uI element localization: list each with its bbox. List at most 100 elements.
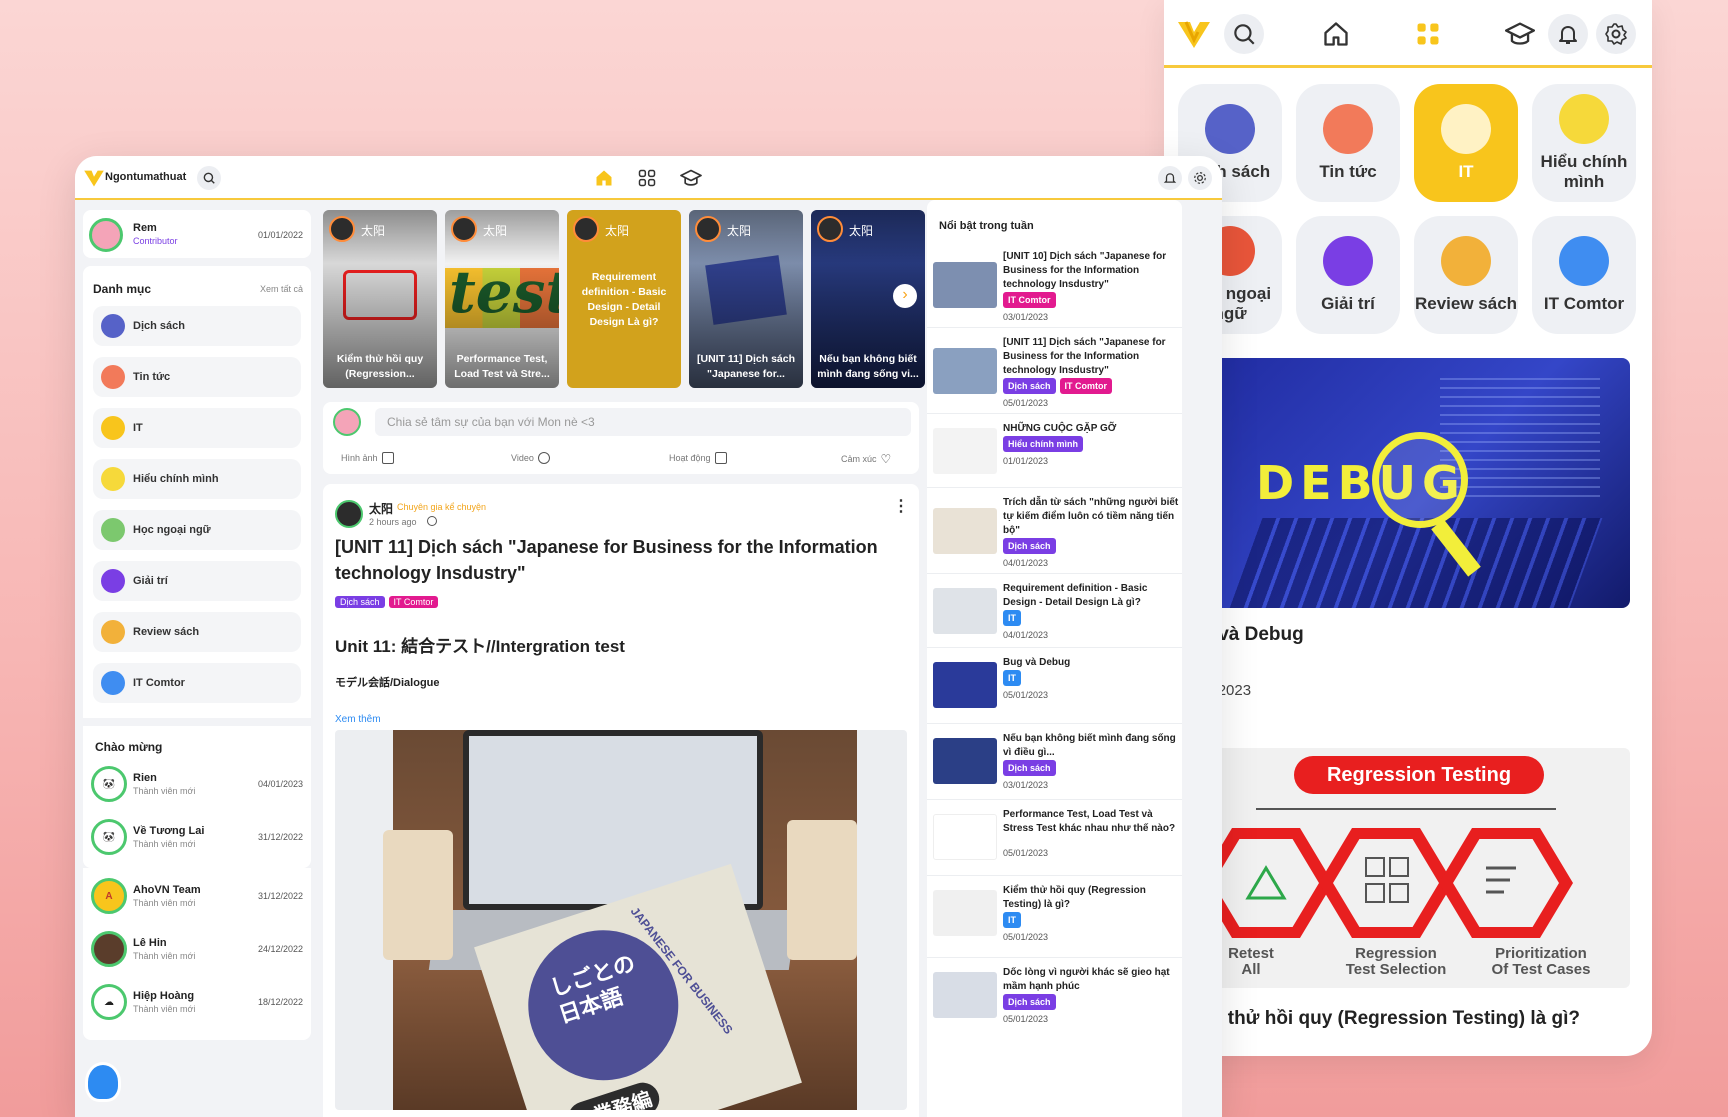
highlight-item[interactable]: [UNIT 10] Dịch sách "Japanese for Busine… — [927, 242, 1182, 328]
highlight-tag[interactable]: IT — [1003, 912, 1021, 928]
highlight-tag[interactable]: Hiểu chính mình — [1003, 436, 1084, 452]
sidebar-item-dich-sach[interactable]: Dịch sách — [93, 306, 301, 346]
sidebar-item-tin-tuc[interactable]: Tin tức — [93, 357, 301, 397]
logo-icon[interactable] — [83, 168, 105, 188]
welcome-member[interactable]: ☁ Hiệp Hoàng Thành viên mới 18/12/2022 — [91, 978, 303, 1026]
regression-article-title[interactable]: Kiểm thử hồi quy (Regression Testing) là… — [1176, 1008, 1580, 1030]
graduation-cap-icon[interactable] — [680, 168, 702, 188]
username[interactable]: Ngontumathuat — [105, 171, 186, 183]
welcome-member[interactable]: Lê Hin Thành viên mới 24/12/2022 — [91, 925, 303, 973]
member-name: Hiệp Hoàng — [133, 990, 195, 1002]
story-card[interactable]: 太阳 [UNIT 11] Dịch sách "Japanese for... — [689, 210, 803, 388]
highlight-item[interactable]: Trích dẫn từ sách "những người biết tự k… — [927, 488, 1182, 574]
highlight-item[interactable]: Performance Test, Load Test và Stress Te… — [927, 800, 1182, 876]
bell-icon[interactable] — [1158, 166, 1182, 190]
image-action[interactable]: Hình ảnh — [341, 452, 394, 464]
welcome-member[interactable]: A AhoVN Team Thành viên mới 31/12/2022 — [91, 872, 303, 920]
post-image[interactable]: しごとの日本語 JAPANESE FOR BUSINESS IT業務編 — [335, 730, 907, 1110]
highlight-tag[interactable]: IT — [1003, 670, 1021, 686]
person-laptop-icon — [1559, 236, 1609, 286]
post-subheading: モデル会話/Dialogue — [335, 677, 440, 689]
post-author-role: Chuyên gia kể chuyện — [397, 502, 487, 512]
chevron-right-icon[interactable]: › — [893, 284, 917, 308]
tag-it-comtor[interactable]: IT Comtor — [388, 596, 439, 608]
feeling-action[interactable]: Cảm xúc ♡ — [841, 452, 891, 466]
highlight-tag[interactable]: IT — [1003, 610, 1021, 626]
story-author: 太阳 — [849, 224, 874, 238]
category-tile-review-sach[interactable]: Review sách — [1414, 216, 1518, 334]
mascot-icon[interactable] — [85, 1062, 121, 1102]
highlight-item[interactable]: NHỮNG CUỘC GẶP GỠ Hiểu chính mình 01/01/20… — [927, 414, 1182, 488]
profile-card[interactable]: Rem Contributor 01/01/2022 — [83, 210, 311, 258]
highlight-tag[interactable]: IT Comtor — [1003, 292, 1056, 308]
monitor-code-icon — [1441, 104, 1491, 154]
sidebar-item-hieu-chinh-minh[interactable]: Hiểu chính mình — [93, 459, 301, 499]
story-card[interactable]: test 太阳 Performance Test, Load Test và S… — [445, 210, 559, 388]
story-card[interactable]: 太阳 Kiểm thử hồi quy (Regression... — [323, 210, 437, 388]
post-time: 2 hours ago — [369, 517, 417, 527]
gamepad-icon — [1323, 236, 1373, 286]
home-icon[interactable] — [594, 168, 614, 188]
sidebar-item-review-sach[interactable]: Review sách — [93, 612, 301, 652]
logo-icon[interactable] — [1174, 14, 1214, 54]
tag-dich-sach[interactable]: Dịch sách — [335, 596, 385, 608]
highlight-tag[interactable]: IT Comtor — [1059, 378, 1113, 394]
post-title[interactable]: [UNIT 11] Dịch sách "Japanese for Busine… — [335, 534, 895, 586]
language-icon — [101, 518, 125, 542]
highlight-item[interactable]: Dốc lòng vì người khác sẽ gieo hạt mầm h… — [927, 958, 1182, 1038]
highlight-tag[interactable]: Dịch sách — [1003, 994, 1056, 1010]
gear-icon[interactable] — [1596, 14, 1636, 54]
regression-testing-image[interactable]: Regression Testing Retest All Regression… — [1176, 748, 1630, 988]
graduation-cap-icon[interactable] — [1500, 14, 1540, 54]
top-navbar: Ngontumathuat — [75, 156, 1222, 200]
more-options-icon[interactable]: ⋮ — [893, 499, 909, 515]
category-tile-it-comtor[interactable]: IT Comtor — [1532, 216, 1636, 334]
highlight-item[interactable]: Nếu bạn không biết mình đang sống vì điề… — [927, 724, 1182, 800]
highlight-item[interactable]: [UNIT 11] Dịch sách "Japanese for Busine… — [927, 328, 1182, 414]
highlight-item[interactable]: Bug và Debug IT 05/01/2023 — [927, 648, 1182, 724]
category-menu: Danh mục Xem tất cả Dịch sách Tin tức IT… — [83, 266, 311, 868]
sidebar-item-it[interactable]: IT — [93, 408, 301, 448]
sidebar-item-giai-tri[interactable]: Giải trí — [93, 561, 301, 601]
apps-grid-icon[interactable] — [1408, 14, 1448, 54]
activity-action[interactable]: Hoạt động — [669, 452, 727, 464]
search-icon[interactable] — [1224, 14, 1264, 54]
highlight-title: [UNIT 10] Dịch sách "Japanese for Busine… — [1003, 251, 1167, 290]
sidebar-item-it-comtor[interactable]: IT Comtor — [93, 663, 301, 703]
sidebar-item-hoc-ngoai-ngu[interactable]: Học ngoại ngữ — [93, 510, 301, 550]
highlight-item[interactable]: Kiểm thử hồi quy (Regression Testing) là… — [927, 876, 1182, 958]
highlight-tag[interactable]: Dịch sách — [1003, 378, 1056, 394]
gear-icon[interactable] — [1188, 166, 1212, 190]
category-label: IT — [1458, 162, 1474, 181]
debug-banner-image[interactable]: DEBUG — [1176, 358, 1630, 608]
composer-input[interactable]: Chia sẻ tâm sự của bạn với Mon nè <3 — [375, 408, 911, 436]
story-card[interactable]: 太阳 Nếu bạn không biết mình đang sống vi.… — [811, 210, 925, 388]
category-tile-tin-tuc[interactable]: Tin tức — [1296, 84, 1400, 202]
highlight-tag[interactable]: Dịch sách — [1003, 760, 1056, 776]
see-all-link[interactable]: Xem tất cả — [260, 284, 303, 294]
home-icon[interactable] — [1316, 14, 1356, 54]
sidebar-item-label: Tin tức — [133, 371, 171, 383]
welcome-member[interactable]: 🐼 Về Tương Lai Thành viên mới 31/12/2022 — [91, 813, 303, 861]
highlight-date: 05/01/2023 — [1003, 848, 1049, 858]
story-card[interactable]: 太阳 Requirement definition - Basic Design… — [567, 210, 681, 388]
highlight-thumbnail — [933, 738, 997, 784]
avatar — [451, 216, 477, 242]
highlight-thumbnail — [933, 814, 997, 860]
bell-icon[interactable] — [1548, 14, 1588, 54]
regression-label-selection: Regression Test Selection — [1345, 945, 1447, 978]
book-stack-icon — [101, 620, 125, 644]
category-tile-hieu-chinh-minh[interactable]: Hiểu chính mình — [1532, 84, 1636, 202]
sidebar-item-label: Dịch sách — [133, 320, 185, 332]
see-more-link[interactable]: Xem thêm — [335, 714, 381, 725]
highlight-item[interactable]: Requirement definition - Basic Design - … — [927, 574, 1182, 648]
highlight-tag[interactable]: Dịch sách — [1003, 538, 1056, 554]
highlight-date: 04/01/2023 — [1003, 630, 1049, 640]
category-tile-it[interactable]: IT — [1414, 84, 1518, 202]
category-tile-giai-tri[interactable]: Giải trí — [1296, 216, 1400, 334]
welcome-member[interactable]: 🐼 Rien Thành viên mới 04/01/2023 — [91, 760, 303, 808]
search-icon[interactable] — [197, 166, 221, 190]
post-author[interactable]: 太阳 — [369, 500, 393, 517]
video-action[interactable]: Video — [511, 452, 550, 464]
apps-grid-icon[interactable] — [637, 168, 657, 188]
